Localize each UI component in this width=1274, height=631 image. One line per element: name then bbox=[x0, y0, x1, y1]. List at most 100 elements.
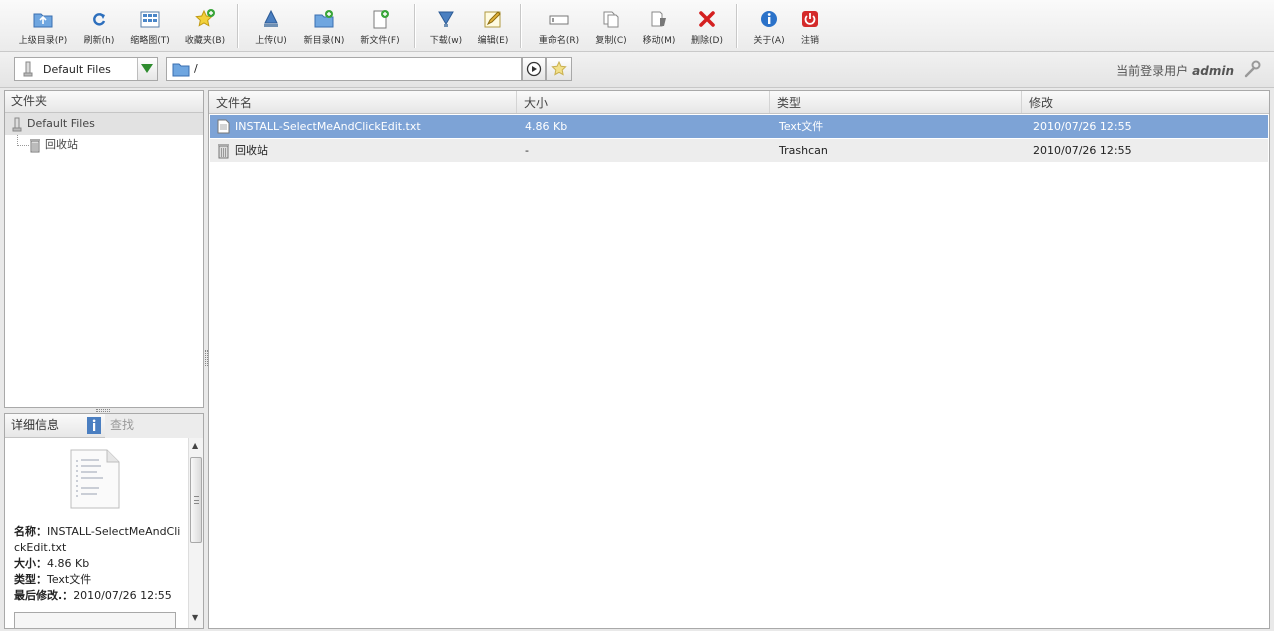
file-type-cell: Trashcan bbox=[779, 144, 828, 157]
tree-branch-line bbox=[17, 135, 29, 146]
scrollbar-thumb[interactable] bbox=[190, 457, 202, 543]
file-size-cell: - bbox=[525, 144, 529, 157]
details-tabs: 详细信息 查找 bbox=[5, 414, 203, 438]
text-document-thumbnail-icon bbox=[70, 449, 120, 509]
new-file-label: 新文件(F) bbox=[360, 36, 400, 46]
tree-item-recycle-bin[interactable]: 回收站 bbox=[5, 135, 203, 156]
file-list-header: 文件名 大小 类型 修改 bbox=[209, 91, 1269, 114]
rename-icon bbox=[549, 15, 569, 25]
folder-icon bbox=[172, 63, 190, 77]
delete-label: 删除(D) bbox=[691, 36, 723, 46]
prop-type-label: 类型： bbox=[14, 573, 47, 586]
refresh-label: 刷新(h) bbox=[83, 36, 115, 46]
file-list: 文件名 大小 类型 修改 INSTALL-SelectMeAndClickEdi… bbox=[208, 90, 1270, 629]
go-button[interactable] bbox=[522, 57, 546, 81]
new-folder-button[interactable]: 新目录(N) bbox=[298, 4, 350, 48]
scroll-up-arrow[interactable]: ▲ bbox=[192, 441, 198, 450]
tree-item-label: 回收站 bbox=[45, 138, 78, 151]
download-label: 下载(w) bbox=[429, 36, 463, 46]
refresh-icon bbox=[93, 13, 106, 26]
tab-search[interactable]: 查找 bbox=[105, 414, 203, 438]
delete-button[interactable]: 删除(D) bbox=[686, 4, 728, 48]
column-header-name[interactable]: 文件名 bbox=[209, 91, 517, 113]
tab-details-label: 详细信息 bbox=[11, 418, 60, 432]
prop-size-value: 4.86 Kb bbox=[47, 557, 90, 570]
parent-folder-button[interactable]: 上级目录(P) bbox=[14, 4, 72, 48]
horizontal-splitter[interactable] bbox=[96, 409, 110, 412]
file-row[interactable]: INSTALL-SelectMeAndClickEdit.txt 4.86 Kb… bbox=[210, 115, 1268, 138]
logout-button[interactable]: 注销 bbox=[792, 4, 828, 48]
thumbnails-label: 缩略图(T) bbox=[130, 36, 170, 46]
move-icon bbox=[651, 11, 666, 27]
copy-button[interactable]: 复制(C) bbox=[590, 4, 632, 48]
play-icon bbox=[526, 61, 542, 77]
column-header-modified[interactable]: 修改 bbox=[1022, 91, 1269, 113]
address-bar: Default Files / 当前登录用户 admin bbox=[0, 52, 1274, 88]
toolbar-separator bbox=[414, 4, 416, 48]
star-icon bbox=[551, 60, 567, 76]
tree-item-label: Default Files bbox=[27, 117, 95, 130]
copy-label: 复制(C) bbox=[595, 36, 627, 46]
upload-icon bbox=[264, 9, 278, 27]
download-button[interactable]: 下载(w) bbox=[424, 4, 468, 48]
copy-icon bbox=[603, 11, 619, 28]
prop-modified-value: 2010/07/26 12:55 bbox=[73, 589, 172, 602]
parent-folder-label: 上级目录(P) bbox=[18, 36, 68, 46]
file-source-select[interactable]: Default Files bbox=[14, 57, 158, 81]
drive-icon bbox=[12, 117, 22, 132]
rename-label: 重命名(R) bbox=[538, 36, 580, 46]
details-scrollbar[interactable]: ▲ ▼ bbox=[188, 438, 203, 628]
thumbnails-button[interactable]: 缩略图(T) bbox=[124, 4, 176, 48]
info-icon bbox=[761, 11, 777, 27]
rename-button[interactable]: 重命名(R) bbox=[534, 4, 584, 48]
column-header-type[interactable]: 类型 bbox=[770, 91, 1022, 113]
toolbar-separator bbox=[237, 4, 239, 48]
edit-button[interactable]: 编辑(E) bbox=[472, 4, 514, 48]
about-button[interactable]: 关于(A) bbox=[748, 4, 790, 48]
scrollbar-grip bbox=[194, 496, 199, 504]
prop-size-label: 大小： bbox=[14, 557, 47, 570]
prop-type: 类型：Text文件 bbox=[14, 572, 184, 588]
tree-item-default-files[interactable]: Default Files bbox=[5, 113, 203, 135]
edit-label: 编辑(E) bbox=[477, 36, 509, 46]
prop-type-value: Text文件 bbox=[47, 573, 92, 586]
logout-power-icon bbox=[802, 11, 818, 27]
prop-name: 名称：INSTALL-SelectMeAndClickEdit.txt bbox=[14, 524, 184, 556]
favorites-button[interactable]: 收藏夹(B) bbox=[180, 4, 230, 48]
new-file-button[interactable]: 新文件(F) bbox=[354, 4, 406, 48]
prop-modified-label: 最后修改.： bbox=[14, 589, 74, 602]
thumbnails-icon bbox=[140, 11, 160, 28]
upload-label: 上传(U) bbox=[255, 36, 287, 46]
prop-modified: 最后修改.：2010/07/26 12:55 bbox=[14, 588, 184, 604]
current-user: 当前登录用户 admin bbox=[1116, 62, 1234, 79]
add-favorite-button[interactable] bbox=[546, 57, 572, 81]
new-folder-icon bbox=[314, 10, 334, 28]
favorites-star-icon bbox=[195, 9, 215, 27]
prop-size: 大小：4.86 Kb bbox=[14, 556, 184, 572]
move-button[interactable]: 移动(M) bbox=[638, 4, 680, 48]
text-file-icon bbox=[217, 119, 230, 134]
upload-button[interactable]: 上传(U) bbox=[250, 4, 292, 48]
tab-search-label: 查找 bbox=[110, 418, 135, 432]
path-value: / bbox=[194, 62, 198, 75]
path-input[interactable]: / bbox=[166, 57, 522, 81]
file-size-cell: 4.86 Kb bbox=[525, 120, 568, 133]
refresh-button[interactable]: 刷新(h) bbox=[76, 4, 122, 48]
folder-tree-panel: 文件夹 Default Files 回收站 bbox=[4, 90, 204, 408]
download-icon bbox=[438, 11, 454, 27]
prop-name-label: 名称： bbox=[14, 525, 47, 538]
current-user-label: 当前登录用户 bbox=[1116, 64, 1189, 78]
info-icon bbox=[87, 417, 101, 434]
column-header-size[interactable]: 大小 bbox=[517, 91, 770, 113]
edit-icon bbox=[484, 11, 501, 28]
source-dropdown-button[interactable] bbox=[137, 58, 157, 80]
parent-folder-icon bbox=[33, 13, 53, 28]
favorites-label: 收藏夹(B) bbox=[184, 36, 226, 46]
folder-panel-title: 文件夹 bbox=[5, 91, 203, 113]
file-row[interactable]: 回收站 - Trashcan 2010/07/26 12:55 bbox=[210, 139, 1268, 162]
new-file-icon bbox=[373, 10, 389, 29]
file-name-cell: 回收站 bbox=[235, 144, 268, 157]
new-folder-label: 新目录(N) bbox=[303, 36, 345, 46]
settings-wrench-icon[interactable] bbox=[1242, 59, 1262, 79]
scroll-down-arrow[interactable]: ▼ bbox=[192, 613, 198, 622]
